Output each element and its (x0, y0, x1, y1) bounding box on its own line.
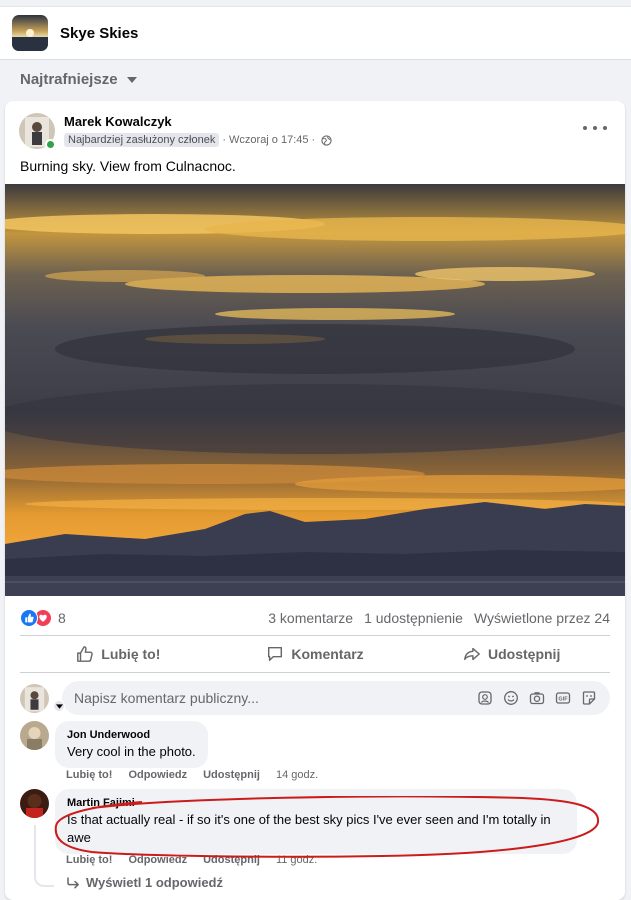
caret-down-icon (126, 76, 137, 83)
avatar-sticker-icon[interactable] (476, 689, 494, 707)
author-avatar[interactable] (19, 113, 56, 150)
share-arrow-icon (464, 647, 480, 661)
camera-icon[interactable] (528, 689, 546, 707)
reply-arrow-icon (67, 876, 79, 888)
post-meta: Najbardziej zasłużony członek · Wczoraj … (64, 133, 332, 147)
divider (20, 672, 610, 673)
comment-time[interactable]: 14 godz. (276, 769, 318, 781)
comment-bubble-icon (268, 646, 283, 662)
commenter-avatar[interactable] (20, 789, 49, 818)
commenter-name[interactable]: Martin Fajimi (67, 796, 565, 810)
comment-like-button[interactable]: Lubię to! (66, 769, 112, 781)
view-replies-label: Wyświetl 1 odpowiedź (86, 875, 224, 890)
comment-input-box[interactable]: GIF (62, 681, 610, 715)
view-replies-link[interactable]: Wyświetl 1 odpowiedź (66, 875, 223, 890)
comments-count[interactable]: 3 komentarze (268, 610, 353, 626)
meta-separator: · (311, 134, 316, 146)
post-actions: Lubię to! Komentarz Udostępnij (20, 636, 610, 672)
comment-composer: GIF (20, 681, 610, 715)
gif-icon[interactable]: GIF (554, 689, 572, 707)
comment-actions: Lubię to! Odpowiedz Udostępnij 11 godz. (66, 854, 317, 866)
reaction-icons[interactable]: 8 (20, 609, 66, 627)
comment-reply-button[interactable]: Odpowiedz (128, 769, 187, 781)
emoji-icon[interactable] (502, 689, 520, 707)
like-label: Lubię to! (101, 646, 161, 662)
comment-item: Martin Fajimi Is that actually real - if… (20, 789, 577, 854)
comment-share-button[interactable]: Udostępnij (203, 854, 260, 866)
commenter-name[interactable]: Jon Underwood (67, 728, 196, 742)
online-status-dot (45, 139, 56, 150)
comment-label: Komentarz (291, 646, 364, 662)
globe-icon (321, 134, 332, 146)
sticker-icon[interactable] (580, 689, 598, 707)
commenter-avatar[interactable] (20, 721, 49, 750)
chevron-down-icon[interactable] (53, 700, 65, 712)
post-stats: 8 3 komentarze 1 udostępnienie Wyświetlo… (20, 608, 610, 628)
comment-like-button[interactable]: Lubię to! (66, 854, 112, 866)
comment-text: Very cool in the photo. (67, 744, 196, 759)
comment-input[interactable] (74, 690, 476, 706)
post-card: Marek Kowalczyk Najbardziej zasłużony cz… (5, 101, 625, 900)
like-button[interactable]: Lubię to! (20, 636, 217, 672)
comment-text-line: Is that actually real - if so it's one o… (67, 812, 551, 827)
svg-text:GIF: GIF (558, 697, 568, 703)
comment-item: Jon Underwood Very cool in the photo. (20, 721, 208, 768)
comment-text-line: awe (67, 830, 91, 845)
group-name[interactable]: Skye Skies (60, 25, 138, 42)
comment-bubble: Martin Fajimi Is that actually real - if… (55, 789, 577, 854)
comment-bubble: Jon Underwood Very cool in the photo. (55, 721, 208, 768)
shares-count[interactable]: 1 udostępnienie (364, 610, 463, 626)
share-label: Udostępnij (488, 646, 561, 662)
post-time[interactable]: Wczoraj o 17:45 (229, 134, 308, 146)
views-count[interactable]: Wyświetlone przez 24 (474, 610, 610, 626)
thumbs-up-icon (77, 646, 94, 662)
reaction-count: 8 (58, 610, 66, 626)
current-user-avatar[interactable] (20, 683, 49, 713)
comment-actions: Lubię to! Odpowiedz Udostępnij 14 godz. (66, 769, 318, 781)
comment-time[interactable]: 11 godz. (276, 854, 317, 866)
comment-button[interactable]: Komentarz (217, 636, 414, 672)
more-options-icon[interactable] (583, 121, 607, 135)
reply-thread-line (34, 825, 54, 887)
post-header: Marek Kowalczyk Najbardziej zasłużony cz… (19, 113, 332, 150)
post-photo[interactable] (5, 184, 625, 596)
group-header: Skye Skies (0, 6, 631, 60)
author-name[interactable]: Marek Kowalczyk (64, 114, 332, 130)
member-badge: Najbardziej zasłużony członek (64, 133, 220, 147)
comment-reply-button[interactable]: Odpowiedz (128, 854, 187, 866)
like-reaction-icon (20, 609, 38, 627)
comment-share-button[interactable]: Udostępnij (203, 769, 260, 781)
post-text: Burning sky. View from Culnacnoc. (20, 158, 236, 174)
meta-separator: · (222, 134, 227, 146)
share-button[interactable]: Udostępnij (413, 636, 610, 672)
sort-label: Najtrafniejsze (20, 71, 118, 88)
sort-dropdown[interactable]: Najtrafniejsze (20, 71, 137, 88)
group-avatar[interactable] (12, 15, 48, 51)
